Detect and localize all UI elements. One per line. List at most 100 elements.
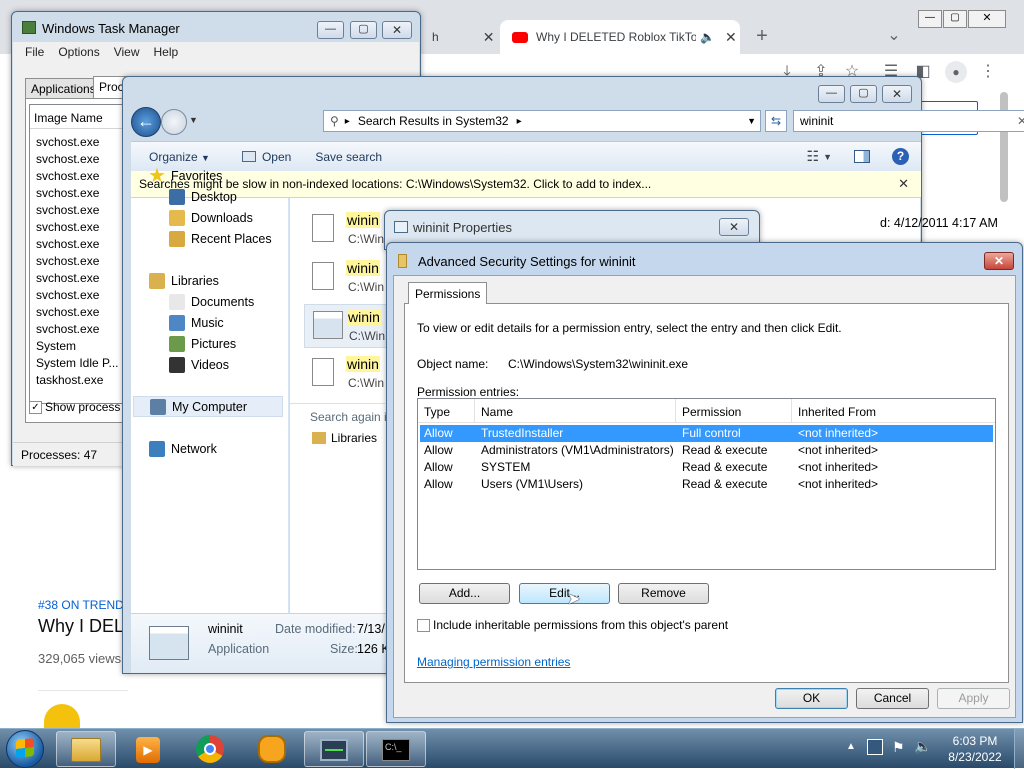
column-header-permission[interactable]: Permission <box>676 399 792 423</box>
close-button[interactable]: ✕ <box>719 218 749 236</box>
table-row[interactable]: Allow Administrators (VM1\Administrators)… <box>420 442 993 459</box>
list-item[interactable]: svchost.exe <box>36 152 99 169</box>
tab-applications[interactable]: Applications <box>25 78 102 99</box>
ok-button[interactable]: OK <box>775 688 848 709</box>
chrome-tab-active[interactable]: Why I DELETED Roblox TikTo 🔈 ✕ <box>500 20 740 54</box>
menu-help[interactable]: Help <box>154 45 179 59</box>
list-item[interactable]: svchost.exe <box>36 237 99 254</box>
show-all-processes-checkbox[interactable]: ✓ Show process <box>29 400 120 414</box>
menu-view[interactable]: View <box>114 45 140 59</box>
nav-computer[interactable]: My Computer <box>133 396 283 417</box>
refresh-icon[interactable]: ⇆ <box>765 110 787 132</box>
close-button[interactable]: ✕ <box>882 85 912 103</box>
address-bar[interactable]: ⚲ ▸ Search Results in System32 ▸ ▼ <box>323 110 761 132</box>
list-item[interactable]: svchost.exe <box>36 322 99 339</box>
permission-entries-table[interactable]: Type Name Permission Inherited From Allo… <box>417 398 996 570</box>
chrome-minimize-button[interactable]: — <box>918 10 942 28</box>
breadcrumb-arrow-icon[interactable]: ▸ <box>517 116 522 127</box>
list-item[interactable]: taskhost.exe <box>36 373 103 390</box>
list-item[interactable]: svchost.exe <box>36 288 99 305</box>
nav-downloads[interactable]: Downloads <box>169 207 253 228</box>
result-item[interactable]: winin C:\Win <box>304 352 394 396</box>
edit-button[interactable]: Edit... <box>519 583 610 604</box>
chevron-down-icon[interactable]: ▼ <box>823 152 832 162</box>
kebab-menu-icon[interactable]: ⋮ <box>977 61 999 83</box>
scratch-taskbar-button[interactable] <box>242 731 302 767</box>
save-search-button[interactable]: Save search <box>315 150 382 164</box>
network-icon[interactable] <box>867 739 883 755</box>
list-item[interactable]: svchost.exe <box>36 254 99 271</box>
breadcrumb-arrow-icon[interactable]: ▸ <box>345 116 350 127</box>
organize-button[interactable]: Organize ▼ <box>149 150 210 164</box>
start-button[interactable] <box>6 730 44 768</box>
chrome-taskbar-button[interactable] <box>180 731 240 767</box>
forward-button[interactable] <box>161 109 187 135</box>
result-item[interactable]: winin C:\Win <box>304 256 394 300</box>
chevron-down-icon[interactable]: ▼ <box>189 115 198 125</box>
process-list[interactable]: Image Name svchost.exe svchost.exe svchost… <box>29 104 124 404</box>
result-item[interactable]: winin C:\Win <box>304 304 394 348</box>
nav-network[interactable]: Network <box>149 438 217 459</box>
list-item[interactable]: System Idle P... <box>36 356 118 373</box>
media-player-taskbar-button[interactable]: ▶ <box>118 731 178 767</box>
speaker-icon[interactable]: 🔈 <box>700 30 715 44</box>
breadcrumb[interactable]: Search Results in System32 <box>358 114 509 128</box>
new-tab-icon[interactable]: + <box>751 25 773 47</box>
apply-button[interactable]: Apply <box>937 688 1010 709</box>
table-row[interactable]: Allow TrustedInstaller Full control <not in… <box>420 425 993 442</box>
list-item[interactable]: svchost.exe <box>36 305 99 322</box>
close-icon[interactable]: ✕ <box>725 29 737 46</box>
trending-badge[interactable]: #38 ON TRENDI <box>38 598 127 612</box>
column-header-image-name[interactable]: Image Name <box>30 105 124 129</box>
system-clock[interactable]: 6:03 PM 8/23/2022 <box>940 733 1010 765</box>
maximize-button[interactable]: ▢ <box>850 85 877 103</box>
cancel-button[interactable]: Cancel <box>856 688 929 709</box>
nav-recent[interactable]: Recent Places <box>169 228 272 249</box>
include-inheritable-checkbox[interactable]: Include inheritable permissions from thi… <box>417 618 728 632</box>
volume-icon[interactable]: 🔈 <box>914 738 931 755</box>
list-item[interactable]: svchost.exe <box>36 203 99 220</box>
list-item[interactable]: svchost.exe <box>36 186 99 203</box>
menu-options[interactable]: Options <box>58 45 99 59</box>
chrome-close-button[interactable]: ✕ <box>968 10 1006 28</box>
open-button[interactable]: Open <box>241 150 291 164</box>
column-header-inherited[interactable]: Inherited From <box>792 399 995 423</box>
add-button[interactable]: Add... <box>419 583 510 604</box>
nav-videos[interactable]: Videos <box>169 354 229 375</box>
maximize-button[interactable]: ▢ <box>350 21 377 39</box>
view-options-icon[interactable]: ☷ <box>807 148 820 165</box>
close-icon[interactable]: ✕ <box>483 29 495 46</box>
column-header-type[interactable]: Type <box>418 399 475 423</box>
search-again-libraries[interactable]: Libraries <box>312 431 377 445</box>
close-icon[interactable]: ✕ <box>898 176 909 192</box>
menu-file[interactable]: File <box>25 45 44 59</box>
close-button[interactable]: ✕ <box>984 252 1014 270</box>
chrome-maximize-button[interactable]: ▢ <box>943 10 967 28</box>
tab-search-icon[interactable]: ⌄ <box>883 25 905 47</box>
nav-documents[interactable]: Documents <box>169 291 254 312</box>
checkbox-unchecked[interactable] <box>417 618 430 632</box>
remove-button[interactable]: Remove <box>618 583 709 604</box>
table-row[interactable]: Allow SYSTEM Read & execute <not inherited> <box>420 459 993 476</box>
nav-libraries[interactable]: Libraries <box>149 270 219 291</box>
help-icon[interactable]: ? <box>892 148 909 165</box>
show-hidden-icons[interactable]: ▲ <box>846 741 856 752</box>
chrome-scrollbar[interactable] <box>1000 92 1008 202</box>
back-button[interactable]: ← <box>131 107 161 137</box>
tab-permissions[interactable]: Permissions <box>408 282 488 304</box>
result-item[interactable]: winin C:\Win <box>304 208 394 252</box>
nav-desktop[interactable]: Desktop <box>169 186 237 207</box>
nav-favorites[interactable]: Favorites <box>149 165 222 186</box>
preview-pane-icon[interactable] <box>854 150 870 163</box>
list-item[interactable]: svchost.exe <box>36 271 99 288</box>
clear-icon[interactable]: ✕ <box>1017 114 1024 128</box>
list-item[interactable]: svchost.exe <box>36 169 99 186</box>
checkbox-checked[interactable]: ✓ <box>29 400 42 414</box>
list-item[interactable]: System <box>36 339 76 356</box>
search-input[interactable]: wininit ✕ <box>793 110 1024 132</box>
column-header-name[interactable]: Name <box>475 399 676 423</box>
action-center-flag-icon[interactable]: ⚑ <box>892 739 905 756</box>
close-button[interactable]: ✕ <box>382 21 412 39</box>
nav-music[interactable]: Music <box>169 312 224 333</box>
profile-avatar[interactable]: ● <box>945 61 967 83</box>
